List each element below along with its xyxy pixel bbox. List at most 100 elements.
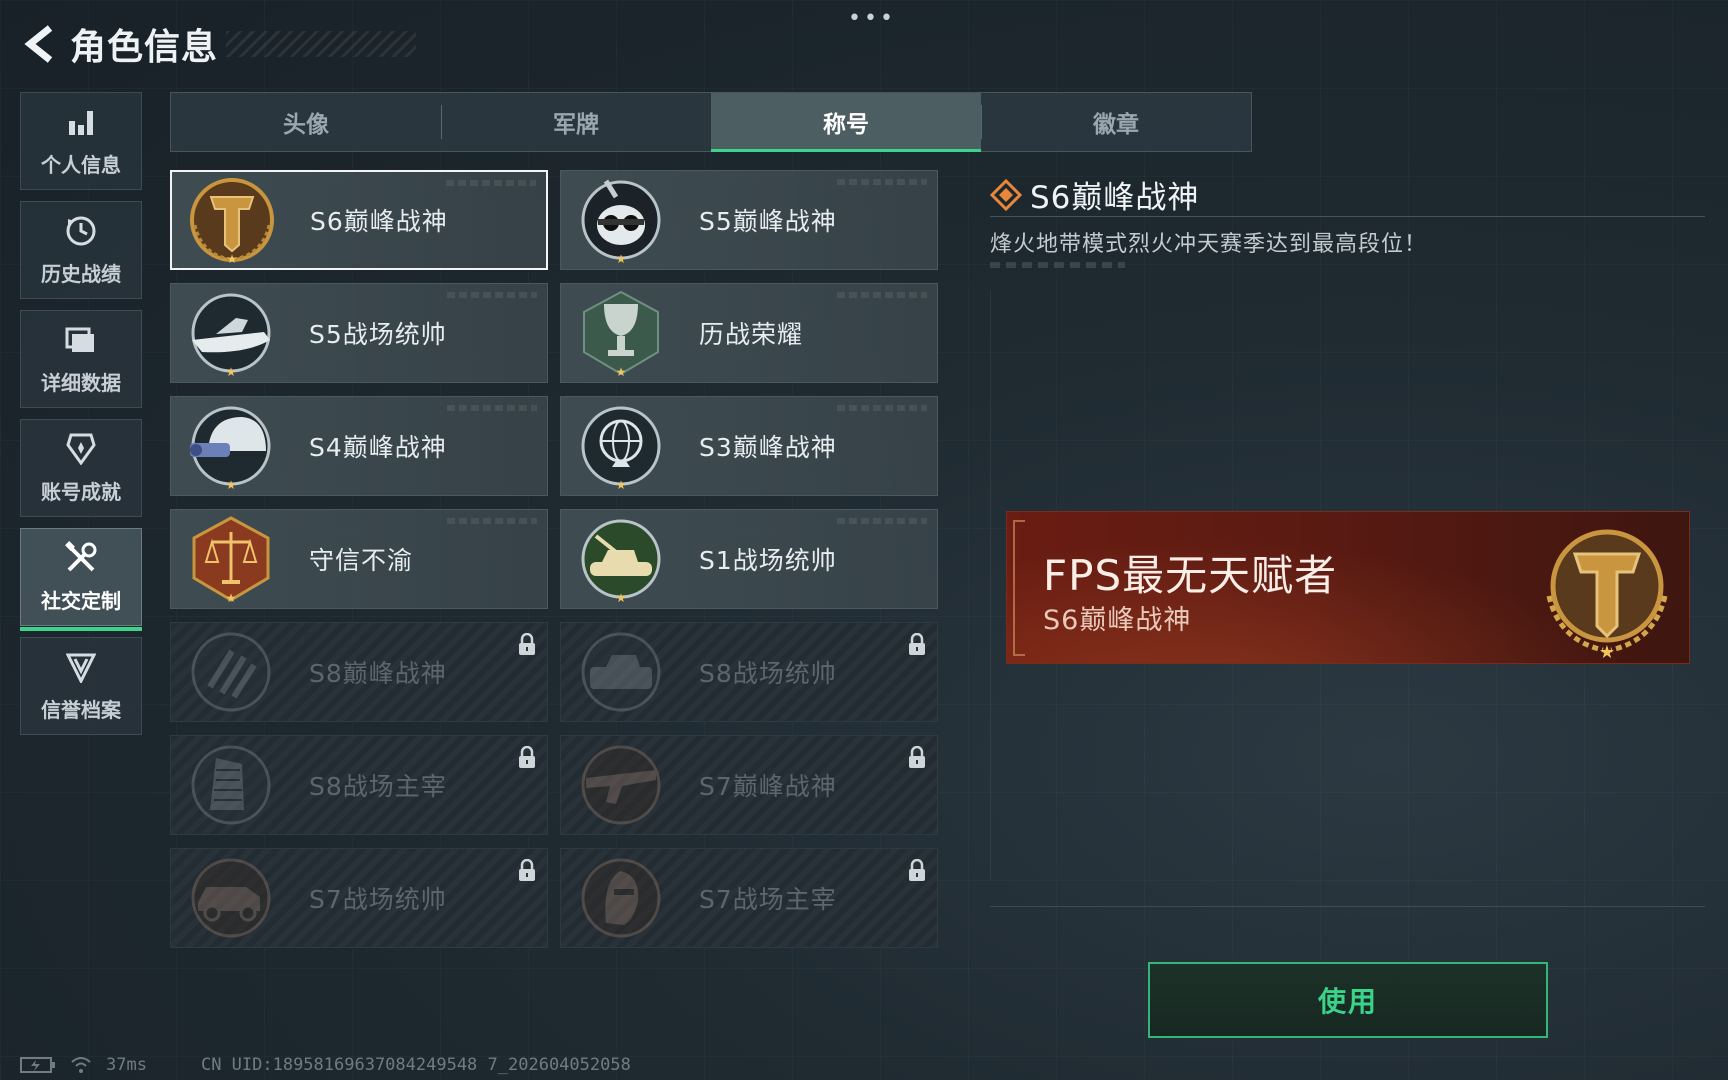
preview-player-name: FPS最无天赋者	[1043, 551, 1338, 600]
title-card[interactable]: ★ 守信不渝	[170, 509, 548, 609]
title-card-label: S4巅峰战神	[309, 433, 447, 462]
title-card-locked[interactable]: S7战场主宰	[560, 848, 938, 948]
building-badge-icon	[185, 739, 277, 831]
title-card[interactable]: ★ S5战场统帅	[170, 283, 548, 383]
title-card-label: 守信不渝	[309, 546, 414, 575]
sidebar-item-personal-info[interactable]: 个人信息	[20, 92, 142, 190]
title-card-label: S3巅峰战神	[699, 433, 837, 462]
sidebar-item-credit[interactable]: 信誉档案	[20, 637, 142, 735]
title-card-label: S8巅峰战神	[309, 659, 447, 688]
card-decoration	[837, 179, 927, 185]
sidebar-item-label: 账号成就	[41, 479, 121, 504]
sidebar-item-history[interactable]: 历史战绩	[20, 201, 142, 299]
svg-text:★: ★	[226, 478, 237, 491]
sidebar-item-achievements[interactable]: 账号成就	[20, 419, 142, 517]
folder-icon	[64, 323, 98, 357]
title-card-locked[interactable]: S8巅峰战神	[170, 622, 548, 722]
title-card-label: S8战场统帅	[699, 659, 837, 688]
svg-text:★: ★	[616, 478, 627, 491]
title-card[interactable]: ★ S6巅峰战神	[170, 170, 548, 270]
tab-bar: 头像 军牌 称号 徽章	[170, 92, 1252, 152]
lock-icon	[519, 633, 535, 655]
stripes-badge-icon	[185, 626, 277, 718]
bar-chart-icon	[64, 105, 98, 139]
lock-icon	[909, 859, 925, 881]
lock-icon	[909, 633, 925, 655]
title-decoration	[226, 31, 417, 57]
title-card-locked[interactable]: S8战场主宰	[170, 735, 548, 835]
svg-text:★: ★	[227, 252, 238, 265]
detail-divider	[990, 216, 1705, 217]
title-card[interactable]: ★ S1战场统帅	[560, 509, 938, 609]
detail-header: S6巅峰战神	[990, 172, 1199, 217]
svg-text:★: ★	[1599, 642, 1615, 660]
svg-text:★: ★	[616, 591, 627, 604]
title-card-label: S7巅峰战神	[699, 772, 837, 801]
title-card[interactable]: ★ 历战荣耀	[560, 283, 938, 383]
credit-shield-icon	[64, 650, 98, 684]
t-crest-badge-icon: ★	[1546, 529, 1668, 660]
sidebar-item-label: 个人信息	[41, 152, 121, 177]
sidebar-item-label: 社交定制	[41, 588, 121, 613]
title-card-label: S7战场统帅	[309, 885, 447, 914]
title-card-label: S5巅峰战神	[699, 207, 837, 236]
page-title: 角色信息	[70, 27, 219, 68]
svg-text:★: ★	[226, 591, 237, 604]
skull-goggles-badge-icon: ★	[575, 174, 667, 266]
armored-vehicle-badge-icon	[575, 626, 667, 718]
latency-text: 37ms	[106, 1055, 147, 1075]
title-card[interactable]: ★ S3巅峰战神	[560, 396, 938, 496]
rifle-badge-icon	[575, 739, 667, 831]
page-header: 角色信息	[20, 18, 417, 70]
uid-text: CN UID:18958169637084249548 7_2026040520…	[200, 1055, 631, 1075]
back-arrow-icon[interactable]	[20, 22, 58, 66]
wifi-icon	[71, 1057, 91, 1073]
title-card[interactable]: ★ S5巅峰战神	[560, 170, 938, 270]
globe-badge-icon: ★	[575, 400, 667, 492]
trophy-badge-icon: ★	[575, 287, 667, 379]
title-card-locked[interactable]: S7巅峰战神	[560, 735, 938, 835]
card-decoration	[447, 405, 537, 411]
title-card-label: S7战场主宰	[699, 885, 837, 914]
tools-icon	[64, 540, 98, 575]
svg-text:★: ★	[226, 365, 237, 378]
title-card-label: S6巅峰战神	[310, 207, 448, 236]
preview-title-text: S6巅峰战神	[1043, 605, 1192, 636]
use-button[interactable]: 使用	[1148, 962, 1548, 1038]
detail-description: 烽火地带模式烈火冲天赛季达到最高段位！	[990, 232, 1428, 257]
title-card-label: 历战荣耀	[699, 320, 804, 349]
card-decoration	[837, 292, 927, 298]
sidebar-item-social-custom[interactable]: 社交定制	[20, 528, 142, 631]
sidebar-item-detailed-data[interactable]: 详细数据	[20, 310, 142, 408]
tank-badge-icon: ★	[575, 513, 667, 605]
title-card-locked[interactable]: S8战场统帅	[560, 622, 938, 722]
title-card[interactable]: ★ S4巅峰战神	[170, 396, 548, 496]
speedboat-badge-icon: ★	[185, 287, 277, 379]
tab-dogtag[interactable]: 军牌	[441, 93, 711, 151]
banner-corner-bracket	[1013, 520, 1025, 656]
battery-icon	[20, 1057, 55, 1073]
title-preview-banner: FPS最无天赋者 S6巅峰战神 ★	[1006, 511, 1690, 664]
lock-icon	[519, 859, 535, 881]
frame-line	[990, 906, 1705, 907]
card-decoration	[837, 518, 927, 524]
history-clock-icon	[64, 214, 98, 248]
card-decoration	[447, 518, 537, 524]
title-card-locked[interactable]: S7战场统帅	[170, 848, 548, 948]
detail-title: S6巅峰战神	[1030, 180, 1200, 216]
card-decoration	[837, 405, 927, 411]
svg-text:★: ★	[616, 365, 627, 378]
title-card-label: S5战场统帅	[309, 320, 447, 349]
frame-line	[990, 290, 991, 880]
jeep-badge-icon	[185, 852, 277, 944]
sidebar-item-label: 详细数据	[41, 370, 121, 395]
more-dots-icon[interactable]: •••	[848, 6, 896, 31]
tab-badge[interactable]: 徽章	[981, 93, 1251, 151]
title-card-label: S1战场统帅	[699, 546, 837, 575]
tab-avatar[interactable]: 头像	[171, 93, 441, 151]
detail-decoration	[990, 262, 1125, 268]
lock-icon	[909, 746, 925, 768]
sidebar: 个人信息 历史战绩 详细数据 账号成就 社交定制 信誉档案	[20, 92, 144, 746]
sidebar-item-label: 信誉档案	[41, 697, 121, 722]
tab-title[interactable]: 称号	[711, 93, 981, 152]
